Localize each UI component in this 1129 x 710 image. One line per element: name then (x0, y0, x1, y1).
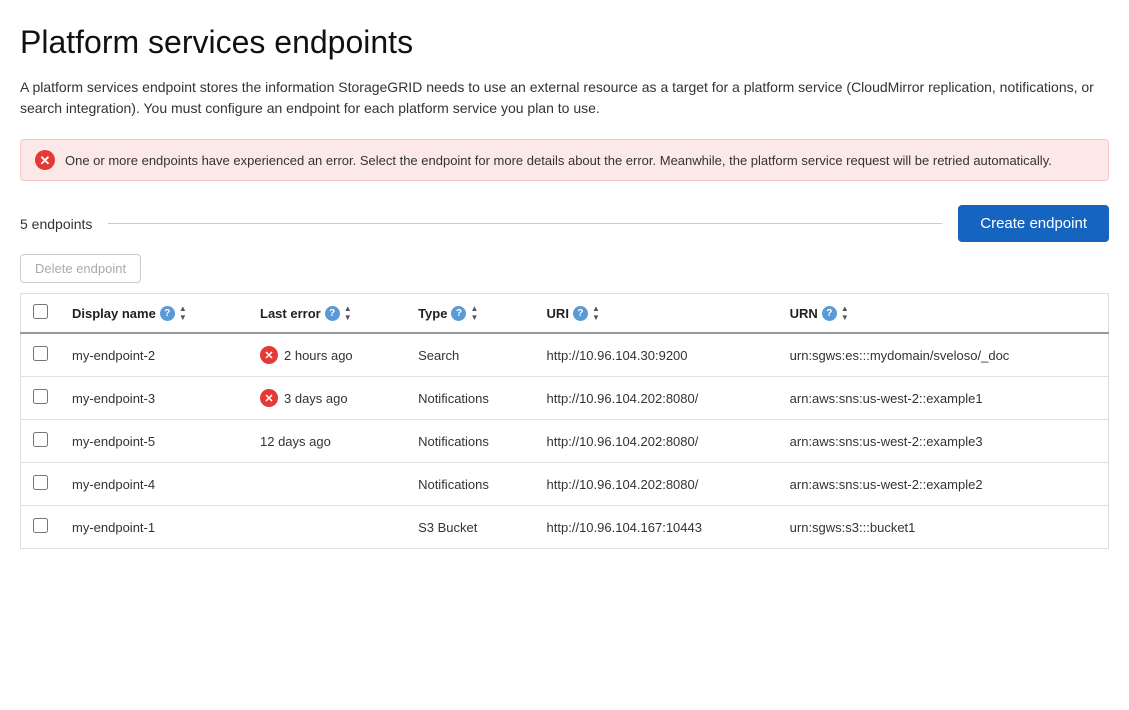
table-row[interactable]: my-endpoint-2 ✕ 2 hours ago Searchhttp://10… (21, 333, 1109, 377)
row-urn: arn:aws:sns:us-west-2::example2 (778, 463, 1109, 506)
row-type: S3 Bucket (406, 506, 534, 549)
type-help-icon[interactable]: ? (451, 306, 466, 321)
urn-sort[interactable]: ▲▼ (841, 305, 849, 322)
last-error-text: 12 days ago (260, 434, 331, 449)
col-last-error: Last error ? ▲▼ (248, 294, 406, 334)
row-urn: arn:aws:sns:us-west-2::example1 (778, 377, 1109, 420)
row-last-error (248, 506, 406, 549)
row-checkbox[interactable] (33, 389, 48, 404)
col-uri-label: URI (547, 306, 569, 321)
table-header: Display name ? ▲▼ Last error ? ▲▼ (21, 294, 1109, 334)
row-type: Search (406, 333, 534, 377)
table-row[interactable]: my-endpoint-4 Notificationshttp://10.96.1… (21, 463, 1109, 506)
row-display-name: my-endpoint-1 (60, 506, 248, 549)
row-display-name: my-endpoint-5 (60, 420, 248, 463)
col-urn: URN ? ▲▼ (778, 294, 1109, 334)
toolbar: 5 endpoints Create endpoint (20, 205, 1109, 242)
row-type: Notifications (406, 463, 534, 506)
select-all-checkbox[interactable] (33, 304, 48, 319)
row-checkbox[interactable] (33, 475, 48, 490)
error-icon: ✕ (35, 150, 55, 170)
row-uri: http://10.96.104.202:8080/ (535, 377, 778, 420)
row-uri: http://10.96.104.202:8080/ (535, 463, 778, 506)
uri-help-icon[interactable]: ? (573, 306, 588, 321)
row-type: Notifications (406, 377, 534, 420)
row-last-error: 12 days ago (248, 420, 406, 463)
row-last-error (248, 463, 406, 506)
row-urn: urn:sgws:es:::mydomain/sveloso/_doc (778, 333, 1109, 377)
row-checkbox-cell[interactable] (21, 506, 61, 549)
row-uri: http://10.96.104.202:8080/ (535, 420, 778, 463)
uri-sort[interactable]: ▲▼ (592, 305, 600, 322)
col-display-name-label: Display name (72, 306, 156, 321)
table-body: my-endpoint-2✕2 hours agoSearchhttp://10… (21, 333, 1109, 549)
error-circle-icon: ✕ (260, 346, 278, 364)
row-display-name: my-endpoint-2 (60, 333, 248, 377)
svg-text:✕: ✕ (40, 153, 51, 168)
col-type: Type ? ▲▼ (406, 294, 534, 334)
col-display-name: Display name ? ▲▼ (60, 294, 248, 334)
col-last-error-label: Last error (260, 306, 321, 321)
row-display-name: my-endpoint-3 (60, 377, 248, 420)
delete-endpoint-button[interactable]: Delete endpoint (20, 254, 141, 283)
col-uri: URI ? ▲▼ (535, 294, 778, 334)
row-last-error: ✕ 2 hours ago (248, 333, 406, 377)
urn-help-icon[interactable]: ? (822, 306, 837, 321)
col-type-label: Type (418, 306, 447, 321)
row-type: Notifications (406, 420, 534, 463)
page-title: Platform services endpoints (20, 24, 1109, 61)
table-row[interactable]: my-endpoint-5 12 days ago Notificationshtt… (21, 420, 1109, 463)
error-banner: ✕ One or more endpoints have experienced… (20, 139, 1109, 181)
table-row[interactable]: my-endpoint-1 S3 Buckethttp://10.96.104.1… (21, 506, 1109, 549)
last-error-text: 2 hours ago (284, 348, 353, 363)
row-urn: arn:aws:sns:us-west-2::example3 (778, 420, 1109, 463)
row-uri: http://10.96.104.167:10443 (535, 506, 778, 549)
last-error-sort[interactable]: ▲▼ (344, 305, 352, 322)
row-display-name: my-endpoint-4 (60, 463, 248, 506)
row-checkbox[interactable] (33, 346, 48, 361)
create-endpoint-button[interactable]: Create endpoint (958, 205, 1109, 242)
display-name-sort[interactable]: ▲▼ (179, 305, 187, 322)
error-banner-text: One or more endpoints have experienced a… (65, 153, 1052, 168)
display-name-help-icon[interactable]: ? (160, 306, 175, 321)
row-checkbox-cell[interactable] (21, 463, 61, 506)
table-row[interactable]: my-endpoint-3 ✕ 3 days ago Notificationshtt… (21, 377, 1109, 420)
error-circle-icon: ✕ (260, 389, 278, 407)
row-uri: http://10.96.104.30:9200 (535, 333, 778, 377)
last-error-text: 3 days ago (284, 391, 348, 406)
row-urn: urn:sgws:s3:::bucket1 (778, 506, 1109, 549)
row-checkbox[interactable] (33, 432, 48, 447)
endpoint-count: 5 endpoints (20, 216, 92, 232)
select-all-cell[interactable] (21, 294, 61, 334)
row-checkbox-cell[interactable] (21, 333, 61, 377)
row-last-error: ✕ 3 days ago (248, 377, 406, 420)
col-urn-label: URN (790, 306, 818, 321)
endpoints-table: Display name ? ▲▼ Last error ? ▲▼ (20, 293, 1109, 549)
type-sort[interactable]: ▲▼ (470, 305, 478, 322)
row-checkbox-cell[interactable] (21, 377, 61, 420)
last-error-help-icon[interactable]: ? (325, 306, 340, 321)
row-checkbox[interactable] (33, 518, 48, 533)
row-checkbox-cell[interactable] (21, 420, 61, 463)
page-description: A platform services endpoint stores the … (20, 77, 1109, 119)
divider (108, 223, 942, 224)
